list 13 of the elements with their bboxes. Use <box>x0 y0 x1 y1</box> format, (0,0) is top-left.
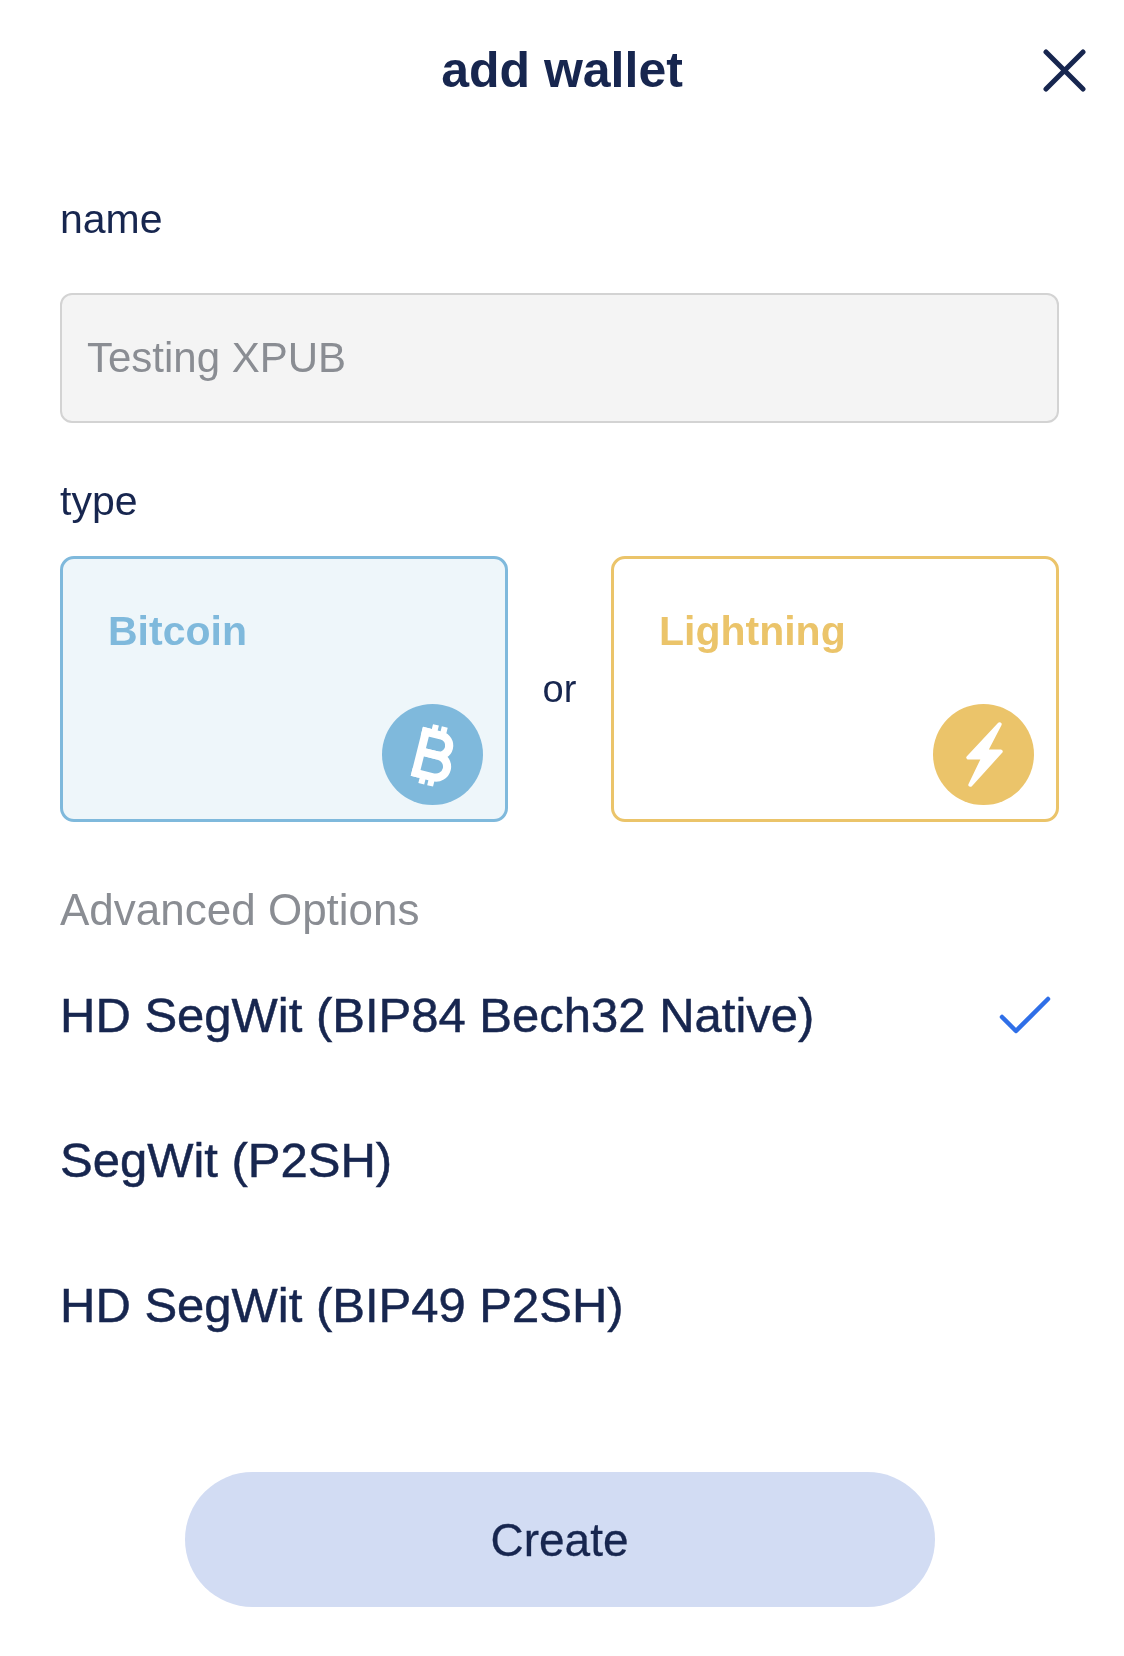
screen-title: add wallet <box>441 41 683 100</box>
option-item[interactable]: HD SegWit (BIP49 P2SH) <box>60 1232 1059 1377</box>
or-label: or <box>542 667 577 712</box>
close-button[interactable] <box>1043 48 1086 92</box>
option-item[interactable]: SegWit (P2SH) <box>60 1087 1059 1232</box>
name-label: name <box>60 195 163 244</box>
option-item[interactable]: HD SegWit (BIP84 Bech32 Native) <box>60 942 1059 1087</box>
type-label: type <box>60 477 138 526</box>
create-button[interactable]: Create <box>184 1472 935 1607</box>
bitcoin-icon <box>382 704 483 805</box>
advanced-options-heading: Advanced Options <box>60 884 420 936</box>
close-icon <box>1043 48 1086 92</box>
lightning-bolt-icon <box>933 704 1034 805</box>
